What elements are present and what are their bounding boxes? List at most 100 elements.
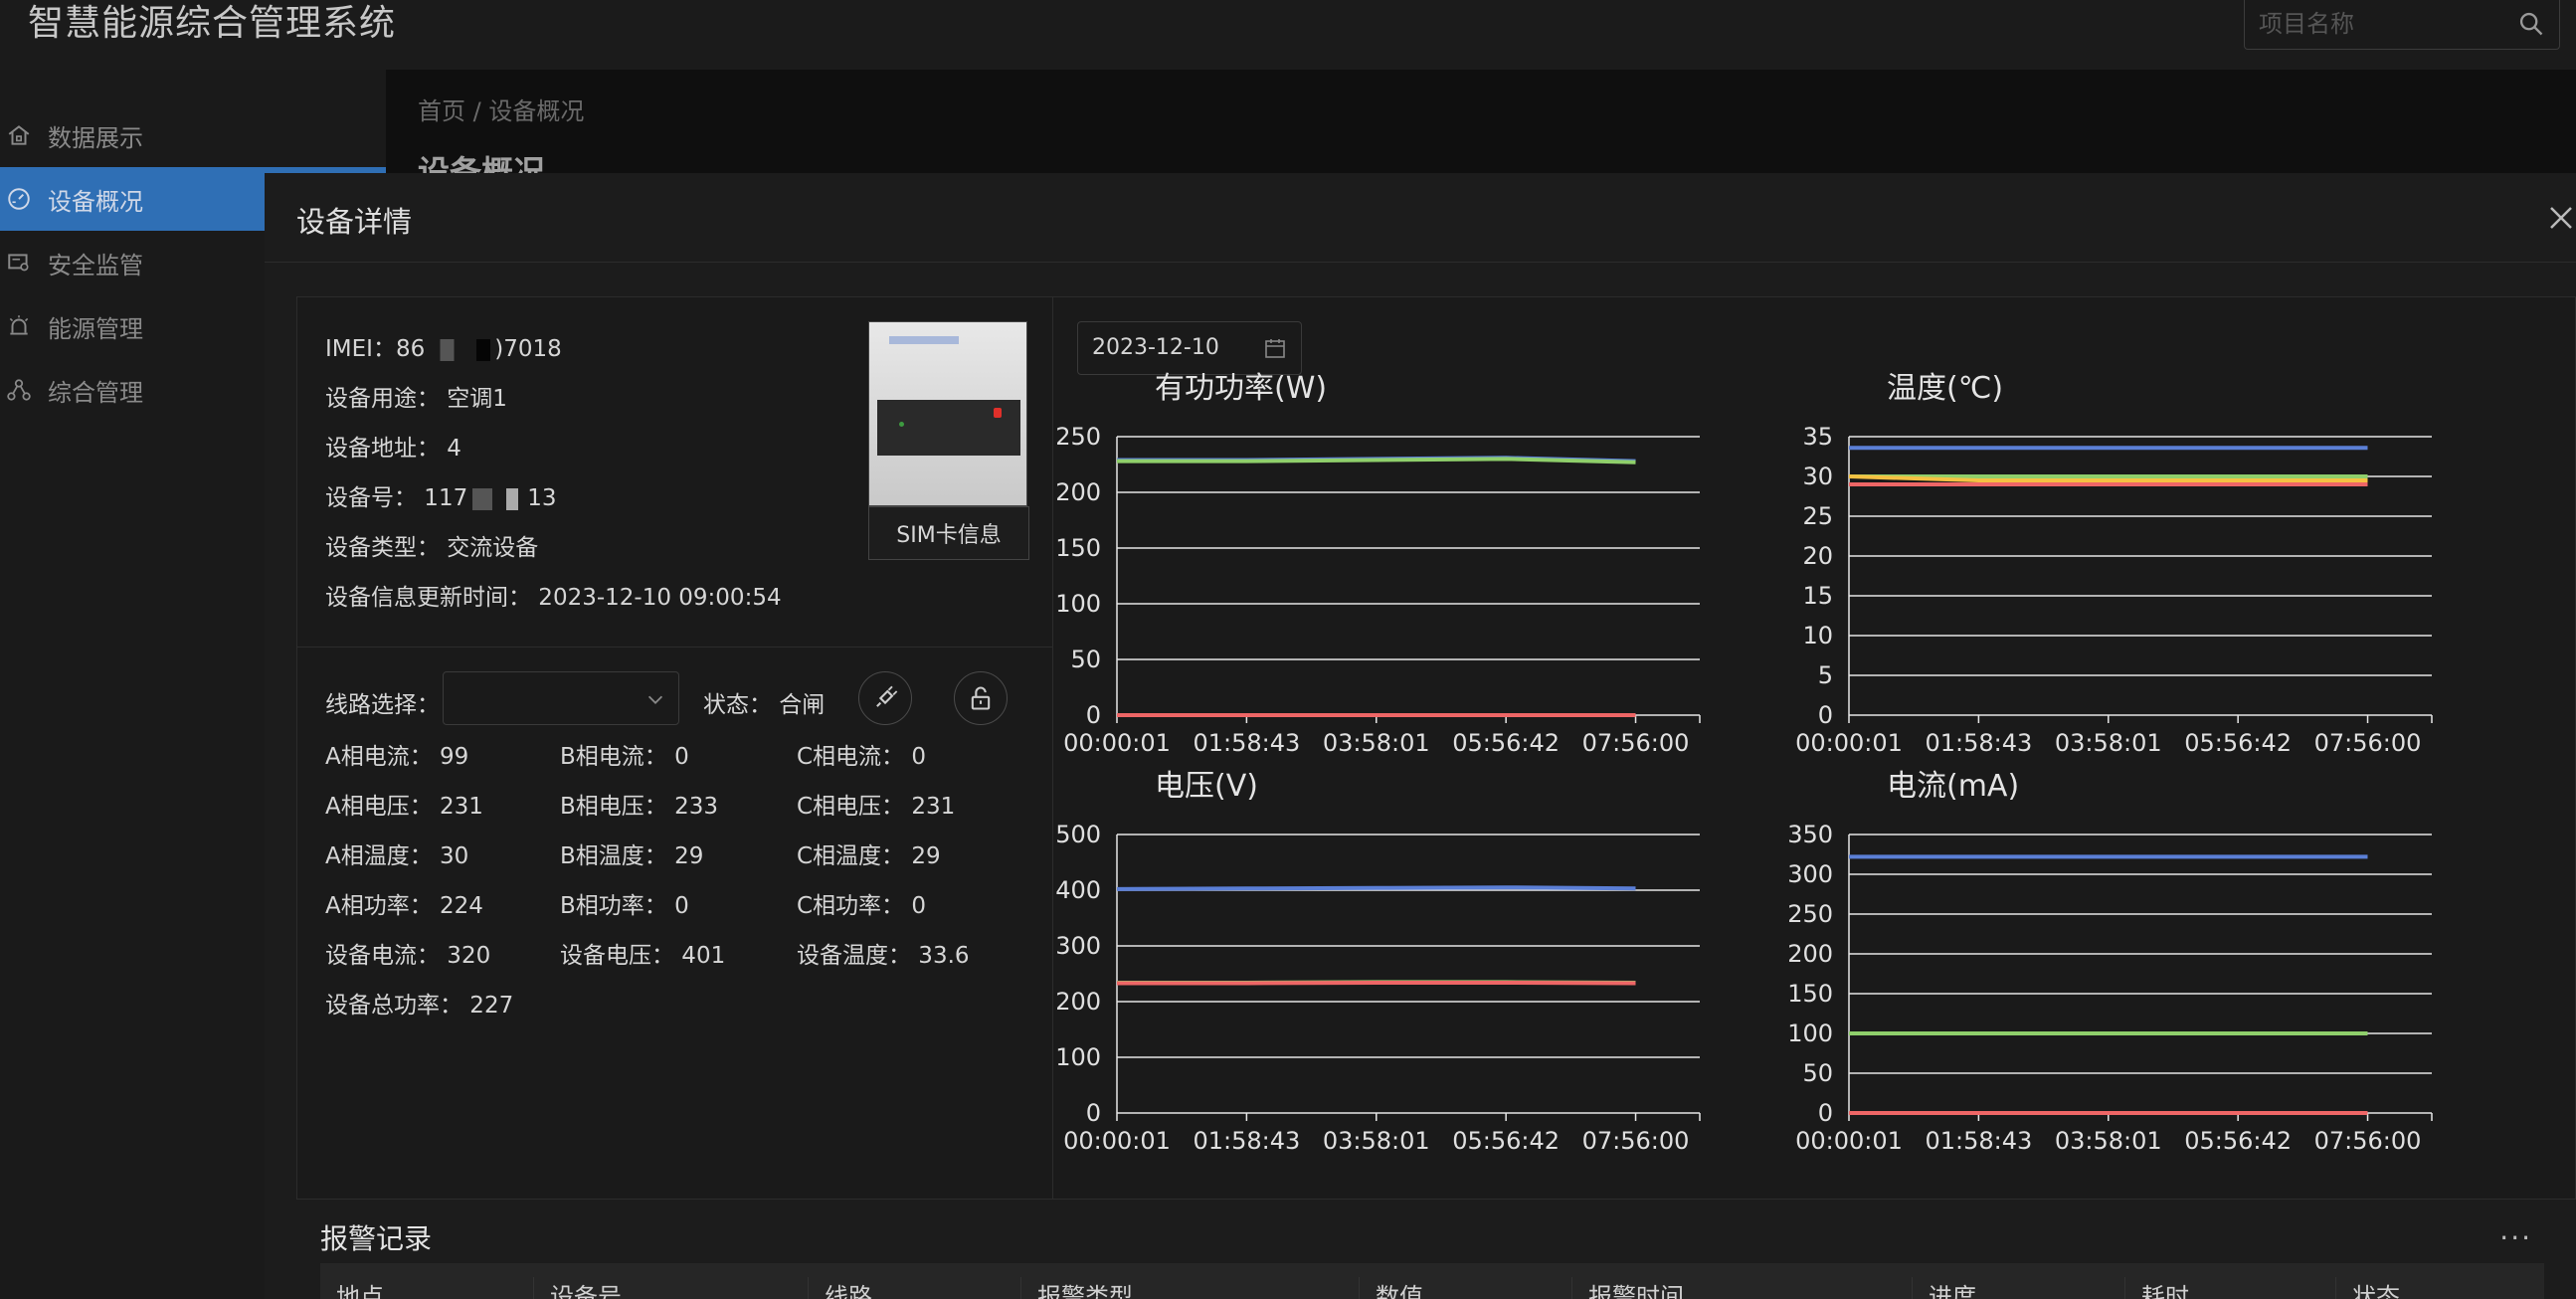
- x-tick-label: 00:00:01: [1795, 729, 1903, 757]
- device-number-prefix: 设备号： 117: [325, 485, 468, 511]
- x-tick-label: 07:56:00: [1582, 729, 1690, 757]
- top-bar: 智慧能源综合管理系统: [0, 0, 2576, 70]
- sidebar-item-label: 安全监管: [48, 251, 143, 279]
- y-tick-label: 250: [1787, 900, 1833, 928]
- search-icon[interactable]: [2517, 10, 2545, 38]
- x-tick-label: 05:56:42: [2184, 729, 2292, 757]
- more-icon[interactable]: ···: [2499, 1221, 2532, 1254]
- device-number-line: 设备号： 117 13: [325, 478, 557, 512]
- y-tick-label: 250: [1055, 423, 1101, 451]
- charts-column: 2023-12-10 有功功率(W) 0 50 100 150 200 250 00:00:0…: [1053, 297, 2575, 1199]
- chevron-down-icon: [647, 695, 663, 704]
- breadcrumb-home[interactable]: 首页: [418, 97, 465, 125]
- device-total-power: 设备总功率： 227: [325, 993, 514, 1019]
- update-time-line: 设备信息更新时间： 2023-12-10 09:00:54: [325, 585, 782, 611]
- plug-icon: [876, 685, 898, 707]
- column-header-status[interactable]: 状态: [2335, 1277, 2400, 1299]
- alarm-section-title: 报警记录: [320, 1222, 433, 1255]
- plug-button[interactable]: [858, 671, 912, 725]
- y-tick-label: 300: [1787, 860, 1833, 888]
- y-tick-label: 350: [1787, 821, 1833, 848]
- series-line: [1116, 885, 1636, 891]
- series-line: [1117, 457, 1636, 464]
- device-info-block: IMEI：86)7018 设备用途： 空调1 设备地址： 4 设备号： 117 1…: [297, 297, 1053, 648]
- y-tick-label: 20: [1802, 542, 1833, 570]
- column-header-alarm-type[interactable]: 报警类型: [1020, 1277, 1133, 1299]
- redacted-mask: [467, 487, 528, 510]
- x-tick-label: 01:58:43: [1925, 729, 2032, 757]
- y-tick-label: 0: [1818, 1099, 1833, 1127]
- address-line: 设备地址： 4: [325, 436, 461, 462]
- device-current: 设备电流： 320: [325, 943, 491, 969]
- app-title: 智慧能源综合管理系统: [28, 3, 397, 44]
- sidebar-item-label: 数据展示: [48, 123, 143, 152]
- y-tick-label: 500: [1055, 821, 1101, 848]
- status-text: 状态： 合闸: [703, 692, 826, 718]
- x-tick-label: 07:56:00: [1582, 1127, 1690, 1155]
- breadcrumb-current: 设备概况: [488, 97, 585, 125]
- modal-title: 设备详情: [296, 205, 413, 239]
- device-temperature: 设备温度： 33.6: [797, 943, 970, 969]
- y-tick-label: 25: [1802, 502, 1833, 530]
- y-tick-label: 150: [1055, 534, 1101, 562]
- usage-line: 设备用途： 空调1: [325, 386, 507, 412]
- photo-led: [994, 408, 1002, 418]
- phase-a-temperature: A相温度： 30: [325, 843, 469, 869]
- column-header-line[interactable]: 线路: [808, 1277, 872, 1299]
- date-value: 2023-12-10: [1092, 335, 1219, 360]
- close-icon[interactable]: [2546, 203, 2576, 233]
- photo-led: [899, 422, 904, 427]
- redacted-mask: [425, 338, 495, 361]
- home-icon: [8, 125, 30, 145]
- line-chart: 0 5 10 15 20 25 30 35 00:00:01 01:58:43 03:58:01 05…: [1795, 423, 2433, 757]
- y-tick-label: 10: [1802, 622, 1833, 650]
- alarm-table-header: 地点 设备号 线路 报警类型 数值 报警时间 进度 耗时 状态: [320, 1263, 2544, 1299]
- sidebar-item-label: 综合管理: [48, 378, 143, 407]
- phase-b-power: B相功率： 0: [560, 893, 689, 919]
- device-photo: [868, 321, 1027, 506]
- line-chart: 0 50 100 150 200 250 00:00:01 01:58:43 03:58:01 0…: [1055, 423, 1701, 757]
- sim-info-button[interactable]: SIM卡信息: [868, 506, 1029, 560]
- imei-line: IMEI：86)7018: [325, 329, 562, 363]
- x-tick-label: 03:58:01: [1323, 1127, 1430, 1155]
- series-line: [1117, 981, 1636, 986]
- y-tick-label: 35: [1802, 423, 1833, 451]
- y-tick-label: 15: [1802, 582, 1833, 610]
- y-tick-label: 50: [1070, 646, 1101, 673]
- line-select[interactable]: [443, 671, 679, 725]
- y-tick-label: 0: [1086, 701, 1101, 729]
- column-header-device-number[interactable]: 设备号: [533, 1277, 622, 1299]
- column-header-value[interactable]: 数值: [1359, 1277, 1423, 1299]
- imei-end: )7018: [494, 336, 562, 362]
- column-header-progress[interactable]: 进度: [1912, 1277, 1976, 1299]
- phase-b-current: B相电流： 0: [560, 744, 689, 770]
- y-tick-label: 0: [1818, 701, 1833, 729]
- y-tick-label: 30: [1802, 463, 1833, 490]
- y-tick-label: 0: [1086, 1099, 1101, 1127]
- breadcrumb: 首页 / 设备概况: [418, 92, 584, 126]
- y-tick-label: 100: [1055, 1043, 1101, 1071]
- column-header-alarm-time[interactable]: 报警时间: [1571, 1277, 1684, 1299]
- monitor-icon: [8, 254, 29, 272]
- search-input[interactable]: [2259, 8, 2507, 40]
- photo-label-strip: [889, 336, 959, 344]
- detail-panel: IMEI：86)7018 设备用途： 空调1 设备地址： 4 设备号： 117 1…: [296, 296, 2576, 1200]
- x-tick-label: 05:56:42: [1452, 1127, 1560, 1155]
- x-tick-label: 03:58:01: [2055, 729, 2162, 757]
- y-tick-label: 150: [1787, 980, 1833, 1008]
- x-tick-label: 00:00:01: [1795, 1127, 1903, 1155]
- calendar-icon: [1265, 339, 1285, 358]
- sidebar-item-label: 设备概况: [48, 187, 143, 216]
- column-header-duration[interactable]: 耗时: [2124, 1277, 2189, 1299]
- sidebar-item-data-display[interactable]: 数据展示: [0, 103, 386, 167]
- x-tick-label: 07:56:00: [2314, 1127, 2422, 1155]
- y-tick-label: 400: [1055, 876, 1101, 904]
- phase-c-current: C相电流： 0: [797, 744, 927, 770]
- modal-header: 设备详情: [265, 173, 2576, 263]
- unlock-button[interactable]: [954, 671, 1008, 725]
- search-box[interactable]: [2244, 0, 2560, 50]
- unlock-icon: [971, 686, 991, 710]
- y-tick-label: 100: [1787, 1020, 1833, 1047]
- column-header-location[interactable]: 地点: [320, 1277, 384, 1299]
- device-info-column: IMEI：86)7018 设备用途： 空调1 设备地址： 4 设备号： 117 1…: [297, 297, 1053, 1199]
